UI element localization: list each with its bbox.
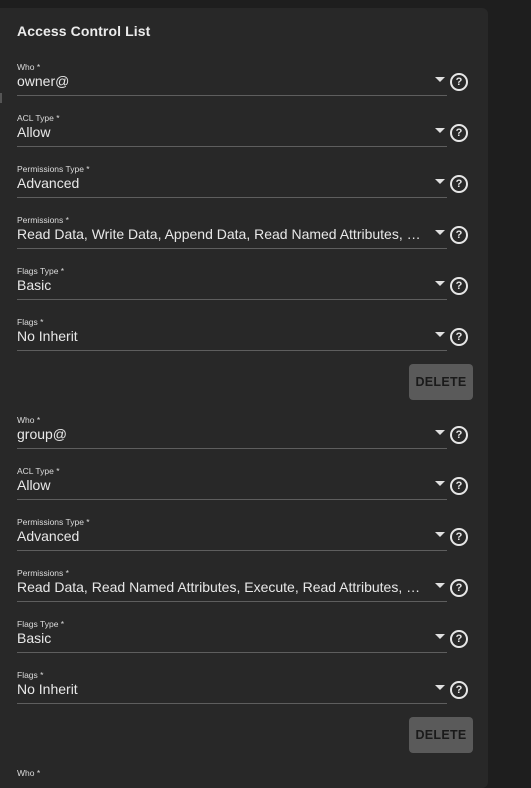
chevron-down-icon	[435, 532, 445, 537]
acl-type-select[interactable]: Allow	[17, 113, 447, 147]
permissions-value: Read Data, Read Named Attributes, Execut…	[17, 579, 425, 595]
help-circle-icon[interactable]: ?	[450, 277, 468, 295]
help-circle-icon[interactable]: ?	[450, 328, 468, 346]
who-field: Who * owner@ ?	[17, 62, 471, 106]
permissions-type-value: Advanced	[17, 528, 80, 544]
chevron-down-icon	[435, 583, 445, 588]
who-value: owner@	[17, 73, 70, 89]
help-circle-icon[interactable]: ?	[450, 426, 468, 444]
acl-type-value: Allow	[17, 124, 51, 140]
chevron-down-icon	[435, 128, 445, 133]
help-circle-icon[interactable]: ?	[450, 73, 468, 91]
flags-select[interactable]: No Inherit	[17, 317, 447, 351]
chevron-down-icon	[435, 179, 445, 184]
chevron-down-icon	[435, 430, 445, 435]
flags-value: No Inherit	[17, 328, 78, 344]
permissions-type-select[interactable]: Advanced	[17, 517, 447, 551]
help-circle-icon[interactable]: ?	[450, 226, 468, 244]
flags-type-value: Basic	[17, 630, 52, 646]
permissions-type-field: Permissions Type * Advanced ?	[17, 164, 471, 208]
flags-field: Flags * No Inherit ?	[17, 670, 471, 714]
permissions-field: Permissions * Read Data, Read Named Attr…	[17, 568, 471, 612]
help-circle-icon[interactable]: ?	[450, 477, 468, 495]
acl-card: Access Control List Who * owner@ ? ACL T…	[0, 8, 488, 788]
permissions-type-value: Advanced	[17, 175, 80, 191]
chevron-down-icon	[435, 281, 445, 286]
chevron-down-icon	[435, 332, 445, 337]
who-value: group@	[17, 426, 68, 442]
help-circle-icon[interactable]: ?	[450, 124, 468, 142]
flags-type-select[interactable]: Basic	[17, 619, 447, 653]
acl-type-field: ACL Type * Allow ?	[17, 466, 471, 510]
help-circle-icon[interactable]: ?	[450, 630, 468, 648]
who-select[interactable]: group@	[17, 415, 447, 449]
permissions-value: Read Data, Write Data, Append Data, Read…	[17, 226, 425, 242]
scroll-indicator	[0, 93, 2, 103]
acl-type-field: ACL Type * Allow ?	[17, 113, 471, 157]
help-circle-icon[interactable]: ?	[450, 579, 468, 597]
chevron-down-icon	[435, 685, 445, 690]
next-who-label: Who *	[17, 768, 41, 778]
help-circle-icon[interactable]: ?	[450, 681, 468, 699]
chevron-down-icon	[435, 77, 445, 82]
acl-type-select[interactable]: Allow	[17, 466, 447, 500]
permissions-field: Permissions * Read Data, Write Data, App…	[17, 215, 471, 259]
flags-type-field: Flags Type * Basic ?	[17, 266, 471, 310]
permissions-select[interactable]: Read Data, Write Data, Append Data, Read…	[17, 215, 447, 249]
flags-type-select[interactable]: Basic	[17, 266, 447, 300]
permissions-type-field: Permissions Type * Advanced ?	[17, 517, 471, 561]
flags-value: No Inherit	[17, 681, 78, 697]
chevron-down-icon	[435, 481, 445, 486]
help-circle-icon[interactable]: ?	[450, 528, 468, 546]
delete-button[interactable]: DELETE	[409, 717, 473, 753]
acl-type-value: Allow	[17, 477, 51, 493]
delete-button[interactable]: DELETE	[409, 364, 473, 400]
chevron-down-icon	[435, 230, 445, 235]
flags-type-field: Flags Type * Basic ?	[17, 619, 471, 663]
who-field: Who * group@ ?	[17, 415, 471, 459]
who-select[interactable]: owner@	[17, 62, 447, 96]
card-title: Access Control List	[17, 23, 151, 39]
flags-type-value: Basic	[17, 277, 52, 293]
flags-field: Flags * No Inherit ?	[17, 317, 471, 361]
permissions-select[interactable]: Read Data, Read Named Attributes, Execut…	[17, 568, 447, 602]
chevron-down-icon	[435, 634, 445, 639]
help-circle-icon[interactable]: ?	[450, 175, 468, 193]
flags-select[interactable]: No Inherit	[17, 670, 447, 704]
permissions-type-select[interactable]: Advanced	[17, 164, 447, 198]
